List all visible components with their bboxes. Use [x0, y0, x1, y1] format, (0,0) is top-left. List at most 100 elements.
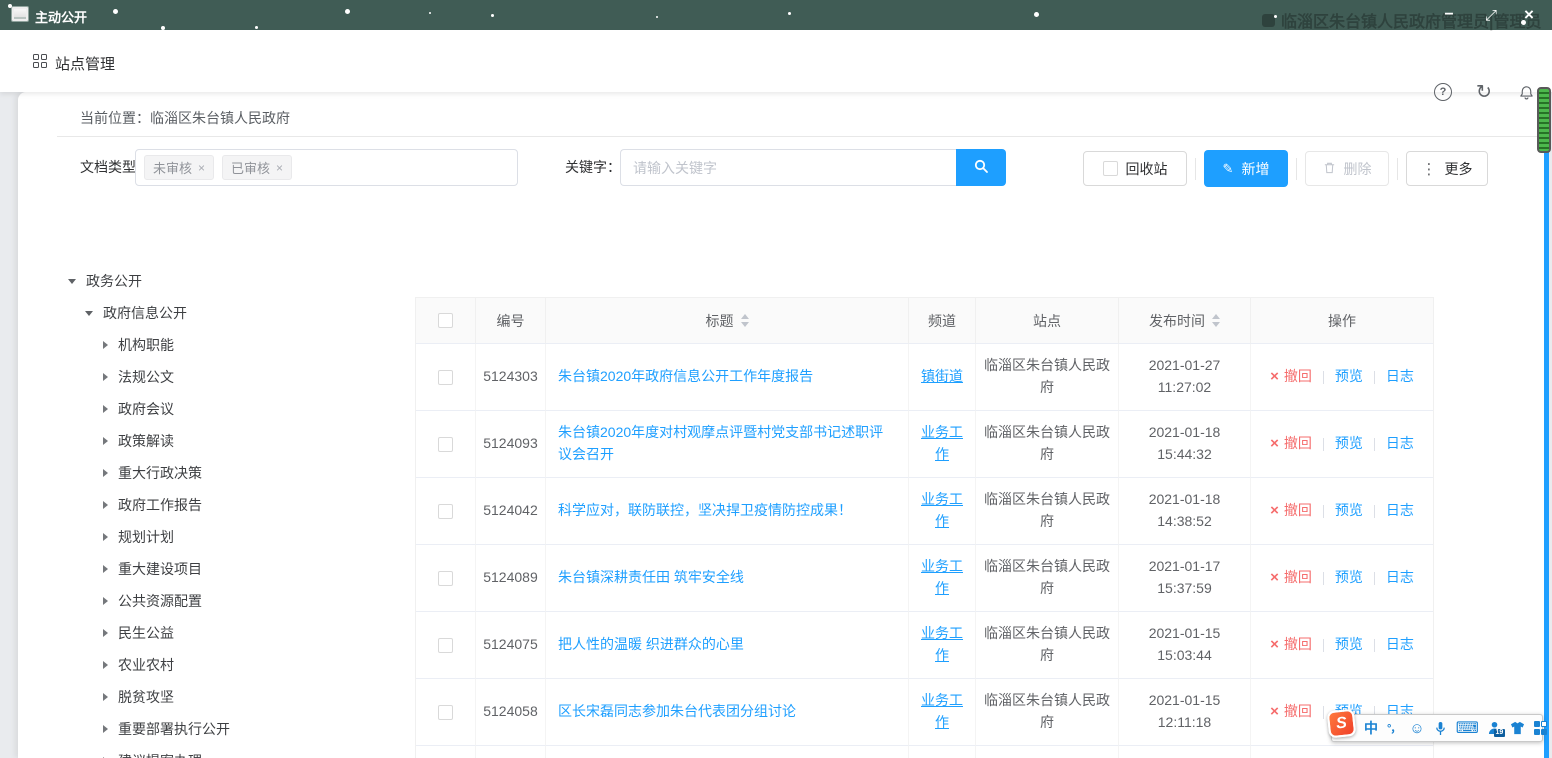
add-button[interactable]: ✎ 新增 [1204, 150, 1288, 187]
scrollbar-track[interactable] [1544, 92, 1549, 758]
ime-language-icon[interactable]: 中 [1364, 718, 1378, 738]
log-action[interactable]: 日志 [1386, 567, 1414, 589]
account-icon[interactable]: 19 [1488, 721, 1501, 735]
doc-type-select[interactable]: 未审核 × 已审核 × [135, 149, 518, 186]
channel-link[interactable]: 业务工作 [921, 556, 963, 599]
log-action[interactable]: 日志 [1386, 634, 1414, 656]
tree-item[interactable]: 重大建设项目 [44, 553, 409, 585]
help-icon[interactable]: ? [1434, 83, 1452, 101]
log-action[interactable]: 日志 [1386, 500, 1414, 522]
ime-punctuation-icon[interactable]: °， [1387, 720, 1400, 736]
app-header: 站点管理 ? ↻ [0, 30, 1552, 92]
tree-item[interactable]: 脱贫攻坚 [44, 681, 409, 713]
preview-action[interactable]: 预览 [1335, 366, 1363, 388]
tree-item[interactable]: 农业农村 [44, 649, 409, 681]
caret-right-icon[interactable] [103, 501, 108, 509]
preview-action[interactable]: 预览 [1335, 433, 1363, 455]
search-button[interactable] [956, 149, 1006, 186]
caret-right-icon[interactable] [103, 405, 108, 413]
revoke-action[interactable]: ×撤回 [1270, 633, 1312, 656]
close-icon[interactable]: × [1514, 0, 1544, 30]
page-title: 站点管理 [55, 53, 115, 74]
microphone-icon[interactable] [1434, 721, 1447, 736]
tree-item[interactable]: 机构职能 [44, 329, 409, 361]
channel-link[interactable]: 业务工作 [921, 422, 963, 465]
caret-right-icon[interactable] [103, 565, 108, 573]
caret-right-icon[interactable] [103, 437, 108, 445]
scrollbar-thumb[interactable] [1537, 87, 1551, 153]
tree-item[interactable]: 政府信息公开 [44, 297, 409, 329]
refresh-icon[interactable]: ↻ [1474, 82, 1494, 102]
preview-action[interactable]: 预览 [1335, 567, 1363, 589]
caret-right-icon[interactable] [103, 597, 108, 605]
tree-item[interactable]: 规划计划 [44, 521, 409, 553]
delete-button[interactable]: 删除 [1305, 151, 1389, 186]
minimize-icon[interactable]: − [1434, 0, 1464, 30]
doc-id: 5124075 [476, 612, 546, 679]
caret-right-icon[interactable] [103, 341, 108, 349]
caret-right-icon[interactable] [103, 533, 108, 541]
doc-title-link[interactable]: 朱台镇深耕责任田 筑牢安全线 [558, 567, 744, 589]
tree-item[interactable]: 公共资源配置 [44, 585, 409, 617]
channel-link[interactable]: 业务工作 [921, 690, 963, 733]
divider [1323, 505, 1324, 518]
caret-right-icon[interactable] [103, 725, 108, 733]
revoke-action[interactable]: ×撤回 [1270, 432, 1312, 455]
keyboard-icon[interactable]: ⌨ [1456, 718, 1479, 738]
caret-down-icon[interactable] [85, 311, 93, 316]
doc-title-link[interactable]: 朱台镇2020年度对村观摩点评暨村党支部书记述职评议会召开 [558, 422, 896, 465]
revoke-action[interactable]: ×撤回 [1270, 566, 1312, 589]
tree-item[interactable]: 重大行政决策 [44, 457, 409, 489]
keyword-input[interactable] [620, 149, 956, 186]
doc-title-link[interactable]: 朱台镇2020年政府信息公开工作年度报告 [558, 366, 813, 388]
log-action[interactable]: 日志 [1386, 366, 1414, 388]
more-button[interactable]: ⋮ 更多 [1406, 151, 1488, 186]
ime-menu-icon[interactable] [1534, 721, 1548, 735]
tree-item[interactable]: 政府会议 [44, 393, 409, 425]
caret-right-icon[interactable] [103, 661, 108, 669]
recycle-checkbox[interactable] [1103, 161, 1118, 176]
caret-right-icon[interactable] [103, 629, 108, 637]
channel-link[interactable]: 业务工作 [921, 489, 963, 532]
channel-link[interactable]: 业务工作 [921, 623, 963, 666]
tree-item[interactable]: 政府工作报告 [44, 489, 409, 521]
tree-item[interactable]: 民生公益 [44, 617, 409, 649]
bell-icon[interactable] [1516, 82, 1536, 102]
revoke-action[interactable]: ×撤回 [1270, 700, 1312, 723]
caret-right-icon[interactable] [103, 693, 108, 701]
channel-link[interactable]: 镇街道 [921, 366, 963, 388]
row-checkbox[interactable] [438, 638, 453, 653]
doc-title-link[interactable]: 区长宋磊同志参加朱台代表团分组讨论 [558, 701, 796, 723]
preview-action[interactable]: 预览 [1335, 500, 1363, 522]
tag-remove-icon[interactable]: × [276, 161, 283, 175]
preview-action[interactable]: 预览 [1335, 634, 1363, 656]
select-all-checkbox[interactable] [438, 313, 453, 328]
doc-title-link[interactable]: 把人性的温暖 织进群众的心里 [558, 634, 744, 656]
skin-icon[interactable] [1510, 721, 1525, 735]
caret-right-icon[interactable] [103, 373, 108, 381]
caret-down-icon[interactable] [68, 279, 76, 284]
tree-item[interactable]: 政策解读 [44, 425, 409, 457]
row-checkbox[interactable] [438, 370, 453, 385]
tree-item[interactable]: 法规公文 [44, 361, 409, 393]
maximize-icon[interactable]: ⤢ [1476, 0, 1506, 30]
revoke-action[interactable]: ×撤回 [1270, 365, 1312, 388]
caret-right-icon[interactable] [103, 469, 108, 477]
log-action[interactable]: 日志 [1386, 433, 1414, 455]
emoji-icon[interactable]: ☺ [1409, 720, 1424, 737]
recycle-bin-button[interactable]: 回收站 [1083, 151, 1187, 186]
tree-item[interactable]: 重要部署执行公开 [44, 713, 409, 745]
revoke-action[interactable]: ×撤回 [1270, 499, 1312, 522]
row-checkbox[interactable] [438, 705, 453, 720]
keyword-label: 关键字： [565, 149, 621, 186]
row-checkbox[interactable] [438, 571, 453, 586]
sogou-logo-icon[interactable]: S [1327, 709, 1357, 739]
sort-icon[interactable] [741, 314, 749, 327]
doc-title-link[interactable]: 科学应对，联防联控，坚决捍卫疫情防控成果！ [558, 500, 852, 522]
tag-remove-icon[interactable]: × [198, 161, 205, 175]
sort-icon[interactable] [1212, 314, 1220, 327]
tree-item[interactable]: 建议提案办理 [44, 745, 409, 758]
row-checkbox[interactable] [438, 437, 453, 452]
row-checkbox[interactable] [438, 504, 453, 519]
tree-item[interactable]: 政务公开 [44, 265, 409, 297]
